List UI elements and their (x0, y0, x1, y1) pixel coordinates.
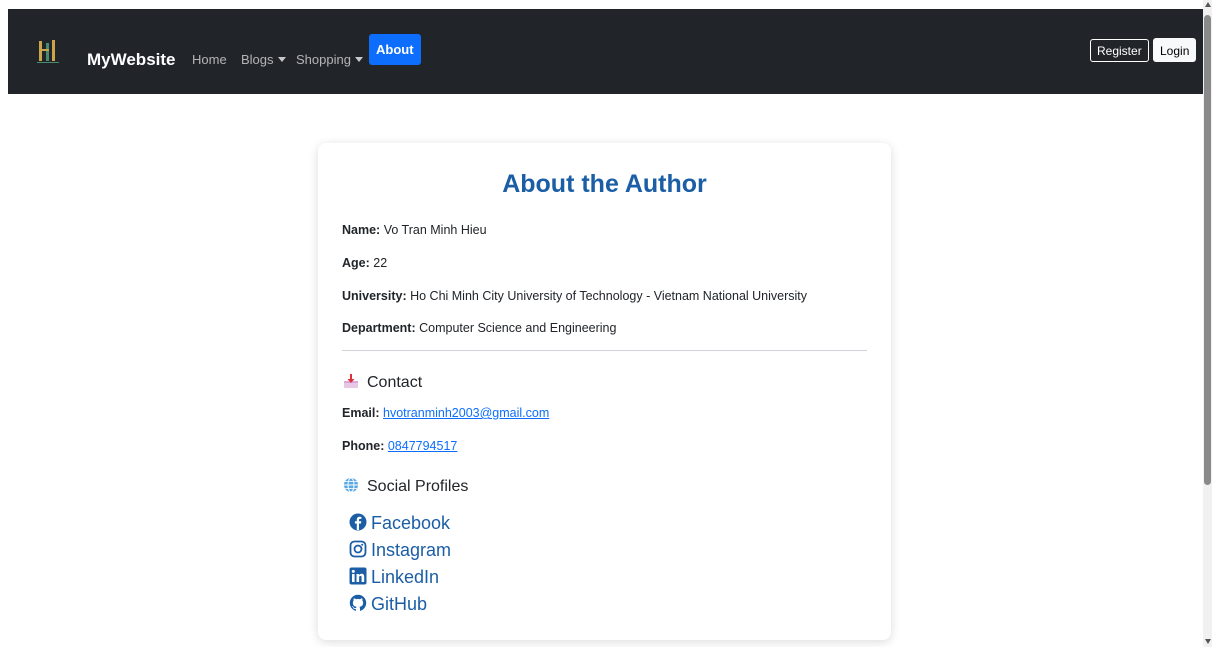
inbox-tray-icon (342, 372, 360, 390)
facebook-icon (349, 513, 367, 531)
chevron-down-icon (277, 57, 286, 62)
github-label: GitHub (371, 594, 428, 614)
contact-heading-label: Contact (367, 374, 423, 391)
nav-blogs-dropdown[interactable]: Blogs (241, 52, 286, 67)
department-label: Department: (342, 321, 416, 335)
contact-heading: Contact (342, 372, 422, 392)
about-card: About the Author Name: Vo Tran Minh Hieu… (318, 143, 891, 640)
university-row: University: Ho Chi Minh City University … (342, 289, 807, 303)
age-row: Age: 22 (342, 256, 387, 270)
instagram-label: Instagram (371, 540, 452, 560)
login-button[interactable]: Login (1153, 38, 1197, 62)
brand-name[interactable]: MyWebsite (87, 50, 176, 70)
name-row: Name: Vo Tran Minh Hieu (342, 223, 487, 237)
linkedin-icon (349, 567, 367, 585)
instagram-link[interactable]: Instagram (349, 540, 451, 561)
department-value: Computer Science and Engineering (419, 321, 617, 335)
top-strip (0, 0, 1212, 9)
nav-blogs-label: Blogs (241, 52, 274, 67)
chevron-down-icon (354, 57, 363, 62)
navbar: MyWebsite Home Blogs Shopping About Regi… (8, 9, 1203, 94)
page-title: About the Author (502, 170, 707, 198)
scroll-down-icon[interactable] (1205, 639, 1211, 644)
globe-icon (342, 476, 360, 494)
nav-home[interactable]: Home (192, 52, 227, 67)
social-heading-label: Social Profiles (367, 478, 469, 495)
linkedin-link[interactable]: LinkedIn (349, 567, 439, 588)
register-button[interactable]: Register (1090, 39, 1149, 62)
name-label: Name: (342, 223, 381, 237)
nav-shopping-label: Shopping (296, 52, 351, 67)
github-icon (349, 594, 367, 611)
email-link[interactable]: hvotranminh2003@gmail.com (383, 406, 549, 420)
social-heading: Social Profiles (342, 476, 468, 496)
facebook-link[interactable]: Facebook (349, 513, 450, 534)
nav-shopping-dropdown[interactable]: Shopping (296, 52, 363, 67)
divider (342, 350, 867, 351)
linkedin-label: LinkedIn (371, 567, 440, 587)
github-link[interactable]: GitHub (349, 594, 427, 615)
scrollbar[interactable] (1203, 0, 1212, 647)
department-row: Department: Computer Science and Enginee… (342, 321, 616, 335)
email-label: Email: (342, 406, 380, 420)
university-value: Ho Chi Minh City University of Technolog… (410, 289, 808, 303)
nav-about-active[interactable]: About (369, 34, 421, 65)
instagram-icon (349, 540, 367, 558)
phone-label: Phone: (342, 439, 385, 453)
facebook-label: Facebook (371, 513, 451, 533)
university-label: University: (342, 289, 407, 303)
scrollbar-thumb[interactable] (1204, 15, 1211, 485)
age-value: 22 (373, 256, 388, 270)
email-row: Email: hvotranminh2003@gmail.com (342, 406, 549, 420)
phone-link[interactable]: 0847794517 (388, 439, 458, 453)
phone-row: Phone: 0847794517 (342, 439, 457, 453)
age-label: Age: (342, 256, 370, 270)
name-value: Vo Tran Minh Hieu (383, 223, 487, 237)
logo[interactable] (34, 37, 62, 67)
scroll-up-icon[interactable] (1205, 2, 1211, 7)
